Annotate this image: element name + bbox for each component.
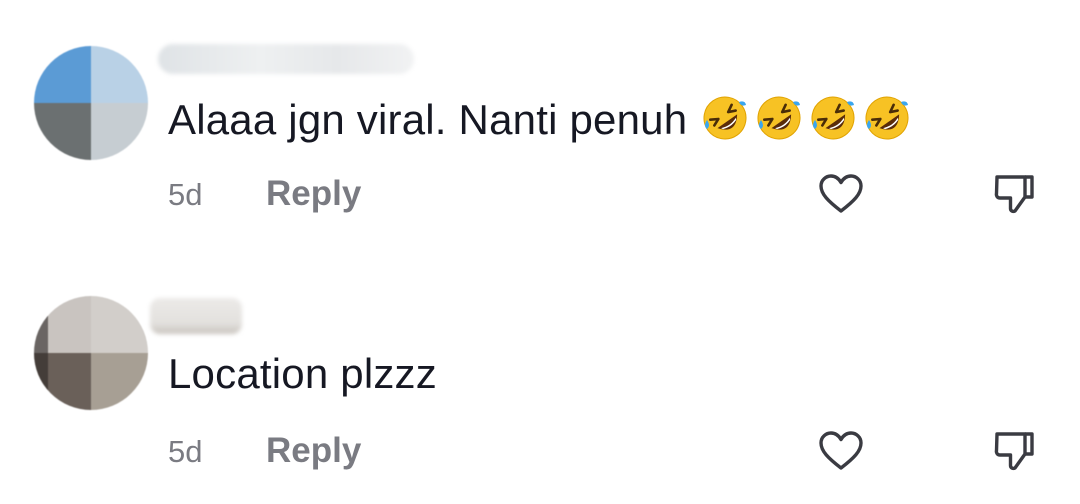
username-blurred[interactable] [158,44,414,74]
comment-timestamp: 5d [168,434,203,469]
comment-text: Location plzzz [168,348,437,400]
dislike-button[interactable] [986,166,1042,222]
rolling-laughing-emoji-icon [757,96,801,140]
rolling-laughing-emoji-icon [703,96,747,140]
dislike-button[interactable] [986,423,1042,479]
heart-outline-icon [819,174,863,213]
rolling-laughing-emoji-icon [865,96,909,140]
reply-button[interactable]: Reply [266,431,361,471]
comment-text-content: Alaaa jgn viral. Nanti penuh [168,96,688,143]
avatar[interactable] [34,46,148,160]
comment-text-content: Location plzzz [168,350,437,397]
thumbs-down-outline-icon [994,175,1034,214]
comment-text: Alaaa jgn viral. Nanti penuh [168,94,911,146]
like-button[interactable] [813,423,869,479]
avatar[interactable] [34,296,148,410]
emoji-group [701,94,911,142]
thumbs-down-outline-icon [994,432,1034,471]
heart-outline-icon [819,431,863,470]
rolling-laughing-emoji-icon [811,96,855,140]
like-button[interactable] [813,166,869,222]
reply-button[interactable]: Reply [266,174,361,214]
comment-timestamp: 5d [168,177,203,212]
username-blurred[interactable] [150,298,242,334]
